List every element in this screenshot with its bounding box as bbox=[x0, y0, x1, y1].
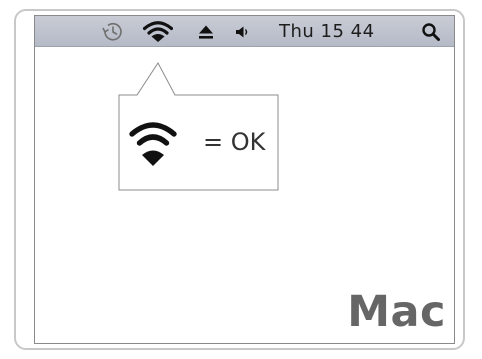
menu-bar: Thu 15 44 bbox=[35, 16, 454, 47]
wifi-ok-label: = OK bbox=[203, 128, 266, 156]
time-machine-menu-item[interactable] bbox=[99, 16, 127, 47]
volume-icon bbox=[236, 26, 248, 37]
search-icon bbox=[422, 22, 440, 41]
clock-text: Thu 15 44 bbox=[279, 21, 375, 42]
spotlight-menu-item[interactable] bbox=[417, 16, 445, 47]
volume-menu-item[interactable] bbox=[231, 16, 253, 47]
wifi-icon bbox=[129, 122, 177, 166]
time-machine-icon bbox=[102, 22, 122, 40]
eject-icon bbox=[199, 25, 213, 39]
brand-label: Mac bbox=[347, 287, 446, 337]
mac-screen: Thu 15 44 = OK Mac bbox=[34, 15, 455, 344]
menu-bar-clock[interactable]: Thu 15 44 bbox=[279, 16, 397, 47]
wifi-menu-item[interactable] bbox=[141, 16, 175, 47]
wifi-icon bbox=[143, 20, 173, 42]
eject-menu-item[interactable] bbox=[195, 16, 217, 47]
